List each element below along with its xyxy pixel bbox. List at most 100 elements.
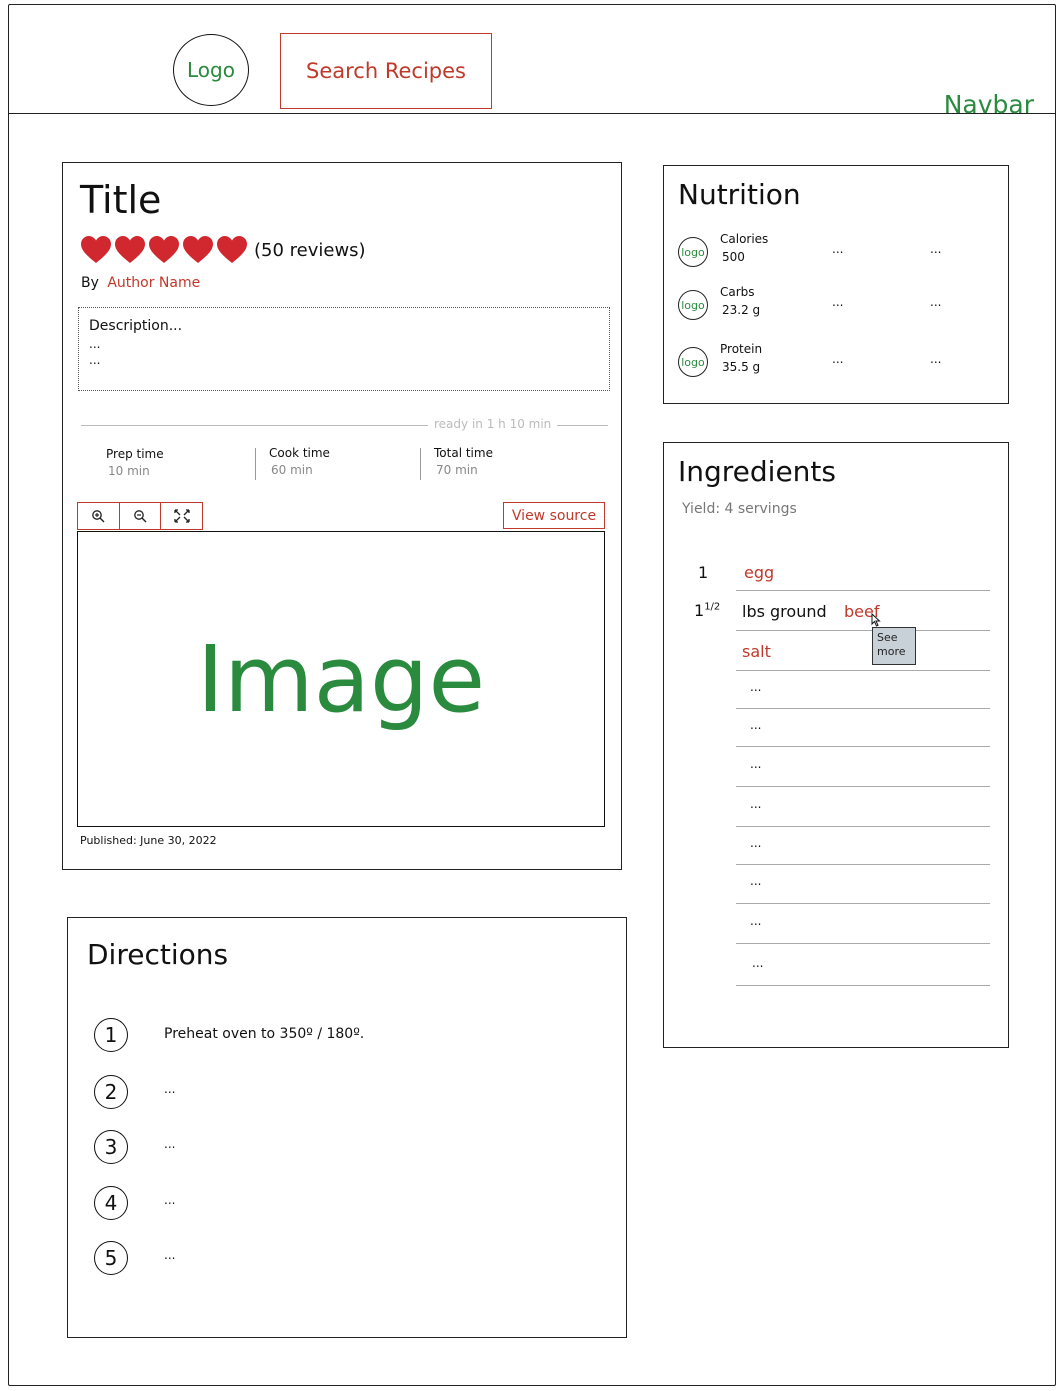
rating-hearts[interactable]	[80, 235, 248, 265]
yield-text: Yield: 4 servings	[682, 501, 797, 517]
ingredient-row: ...	[736, 747, 990, 787]
cook-time: Cook time 60 min	[269, 446, 330, 477]
ingredient-row: ...	[736, 709, 990, 747]
ingredient-row: 11/2 lbs ground beef	[694, 591, 990, 631]
ingredient-placeholder: ...	[752, 956, 764, 970]
ingredient-placeholder: ...	[750, 836, 762, 850]
ingredient-placeholder: ...	[750, 874, 762, 888]
divider	[420, 448, 421, 480]
recipe-card: Title (50 reviews) By Author Name Descri…	[62, 162, 622, 870]
recipe-image: Image	[77, 531, 605, 827]
zoom-controls	[77, 502, 203, 530]
nutrition-logo-icon: logo	[678, 347, 708, 377]
step-number: 3	[94, 1130, 128, 1164]
prep-time-value: 10 min	[108, 464, 150, 478]
heart-icon[interactable]	[148, 235, 180, 265]
ingredient-qty-whole: 1	[694, 601, 705, 620]
description-line: ...	[89, 337, 101, 351]
nutrition-col: ...	[832, 295, 844, 309]
heart-icon[interactable]	[114, 235, 146, 265]
ingredients-heading: Ingredients	[678, 455, 836, 488]
ingredient-placeholder: ...	[750, 797, 762, 811]
ingredient-row: ...	[736, 865, 990, 904]
author-link[interactable]: Author Name	[107, 275, 200, 291]
zoom-out-button[interactable]	[120, 503, 162, 529]
ingredient-placeholder: ...	[750, 757, 762, 771]
ingredient-qty-fraction: 1/2	[704, 601, 721, 613]
zoom-out-icon	[134, 510, 147, 523]
tooltip-line: See	[877, 631, 898, 644]
nutrition-card: Nutrition logo Calories 500 ... ... logo…	[663, 165, 1009, 404]
heart-icon[interactable]	[182, 235, 214, 265]
step-number: 4	[94, 1186, 128, 1220]
ingredient-row: ...	[736, 787, 990, 827]
ingredient-qty: 1	[698, 563, 709, 582]
total-time: Total time 70 min	[434, 446, 493, 477]
ingredient-row: ...	[736, 827, 990, 865]
ingredient-row: ...	[736, 671, 990, 709]
reviews-count[interactable]: (50 reviews)	[254, 240, 366, 261]
ingredients-card: Ingredients Yield: 4 servings 1 egg 11/2…	[663, 442, 1009, 1048]
nutrition-value: 500	[722, 250, 745, 264]
cook-time-value: 60 min	[271, 463, 313, 477]
view-source-button[interactable]: View source	[503, 502, 605, 529]
nutrition-value: 23.2 g	[722, 303, 761, 317]
nutrition-row: logo Calories 500 ... ...	[678, 232, 998, 272]
by-label: By	[81, 275, 99, 291]
heart-icon[interactable]	[216, 235, 248, 265]
directions-heading: Directions	[87, 938, 229, 971]
ready-in-text: ready in 1 h 10 min	[428, 417, 558, 431]
directions-card: Directions 1 Preheat oven to 350º / 180º…	[67, 917, 627, 1338]
see-more-tooltip[interactable]: See more	[872, 627, 916, 665]
ingredient-row: ...	[736, 904, 990, 944]
description-line: ...	[89, 353, 101, 367]
ingredient-link[interactable]: salt	[742, 642, 771, 661]
prep-time-label: Prep time	[106, 447, 164, 461]
nutrition-logo-icon: logo	[678, 237, 708, 267]
step-number: 2	[94, 1075, 128, 1109]
nutrition-name: Protein	[720, 342, 763, 356]
nutrition-col: ...	[930, 242, 942, 256]
byline: By Author Name	[81, 275, 200, 291]
ingredient-row: 1 egg	[698, 553, 990, 591]
tooltip-line: more	[877, 645, 906, 658]
prep-time: Prep time 10 min	[106, 447, 164, 478]
nutrition-row: logo Carbs 23.2 g ... ...	[678, 285, 998, 325]
step-text: ...	[164, 1082, 176, 1096]
nutrition-heading: Nutrition	[678, 178, 801, 211]
fit-screen-button[interactable]	[161, 503, 202, 529]
heart-icon[interactable]	[80, 235, 112, 265]
total-time-label: Total time	[434, 446, 493, 460]
ingredient-placeholder: ...	[750, 914, 762, 928]
total-time-value: 70 min	[436, 463, 478, 477]
divider	[255, 448, 256, 480]
nutrition-logo-icon: logo	[678, 290, 708, 320]
step-number: 5	[94, 1241, 128, 1275]
ingredient-link[interactable]: egg	[744, 563, 774, 582]
zoom-in-button[interactable]	[78, 503, 120, 529]
ingredient-text: lbs ground	[742, 602, 827, 621]
published-date: Published: June 30, 2022	[80, 834, 217, 847]
step-text: Preheat oven to 350º / 180º.	[164, 1026, 365, 1042]
description-text: Description...	[89, 318, 183, 334]
step-text: ...	[164, 1137, 176, 1151]
logo[interactable]: Logo	[173, 34, 249, 106]
description: Description... ... ...	[78, 307, 610, 391]
navbar-label: Navbar	[943, 90, 1034, 119]
step-text: ...	[164, 1193, 176, 1207]
ingredient-row: salt	[736, 631, 990, 671]
step-text: ...	[164, 1248, 176, 1262]
search-recipes-input[interactable]: Search Recipes	[280, 33, 492, 109]
nutrition-col: ...	[832, 242, 844, 256]
ingredient-row: ...	[736, 944, 990, 986]
nutrition-name: Carbs	[720, 285, 755, 299]
recipe-title: Title	[80, 178, 162, 222]
ingredient-placeholder: ...	[750, 680, 762, 694]
nutrition-row: logo Protein 35.5 g ... ...	[678, 342, 998, 382]
nutrition-col: ...	[832, 352, 844, 366]
nutrition-name: Calories	[720, 232, 769, 246]
ingredient-placeholder: ...	[750, 718, 762, 732]
cook-time-label: Cook time	[269, 446, 330, 460]
step-number: 1	[94, 1018, 128, 1052]
nutrition-col: ...	[930, 295, 942, 309]
